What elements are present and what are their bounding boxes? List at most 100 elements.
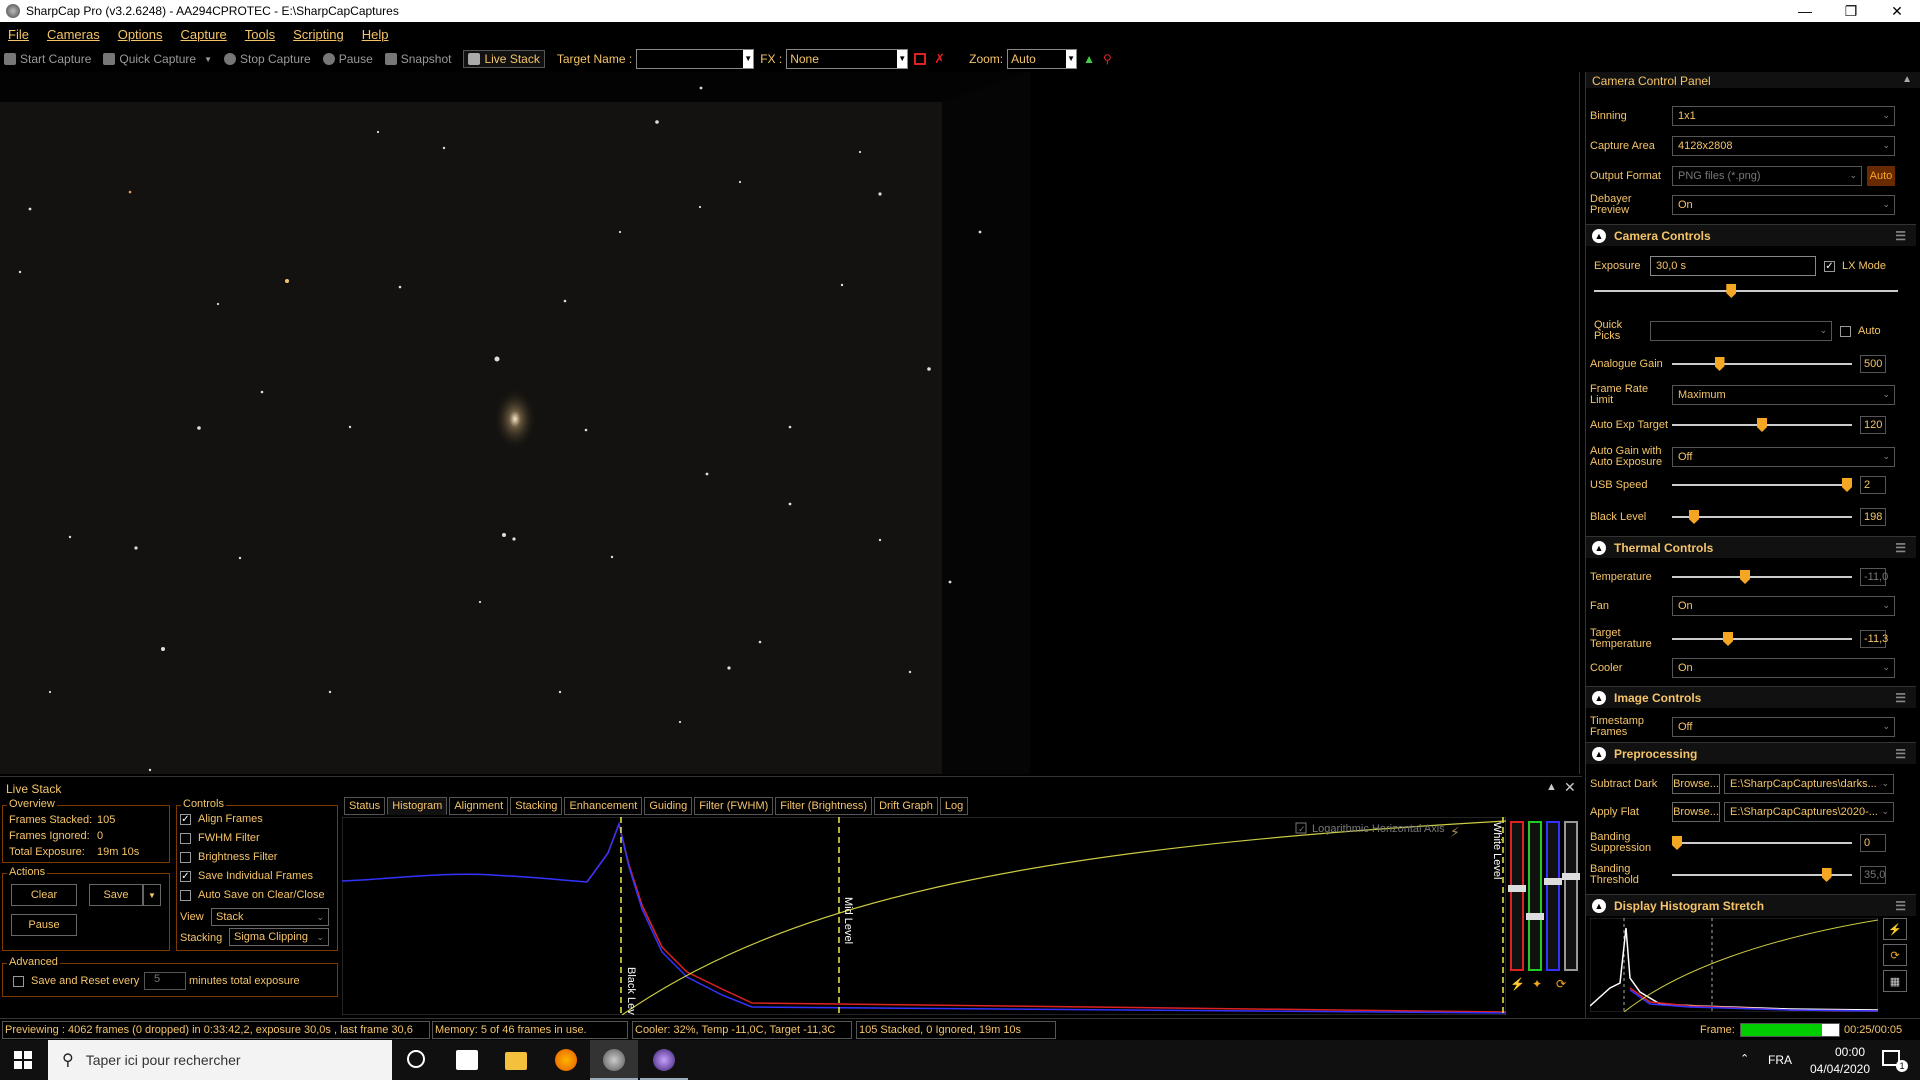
tab-enhancement[interactable]: Enhancement (564, 797, 643, 815)
crosshair-icon[interactable]: ✗ (934, 51, 945, 67)
zoom-icon[interactable]: ⚲ (1103, 52, 1112, 66)
tab-drift-graph[interactable]: Drift Graph (874, 797, 938, 815)
menu-icon[interactable]: ☰ (1895, 541, 1906, 555)
file-explorer-icon[interactable] (505, 1052, 527, 1070)
pause-stack-button[interactable]: Pause (11, 914, 77, 936)
target-name-input[interactable]: ▼ (636, 49, 755, 69)
slider-thumb[interactable] (1714, 357, 1725, 371)
auto-save-checkbox[interactable]: Auto Save on Clear/Close (180, 889, 325, 901)
banding-suppression-slider[interactable] (1672, 834, 1852, 852)
menu-icon[interactable]: ☰ (1895, 899, 1906, 913)
chevron-down-icon[interactable]: ▼ (743, 50, 754, 68)
start-capture-button[interactable]: Start Capture (4, 52, 91, 66)
image-viewport[interactable] (0, 72, 1580, 774)
green-level-slider[interactable] (1526, 821, 1544, 971)
timestamp-select[interactable]: Off ⌄ (1672, 717, 1895, 737)
chevron-down-icon[interactable]: ▼ (1066, 50, 1077, 68)
menu-icon[interactable]: ☰ (1895, 691, 1906, 705)
banding-suppression-value[interactable]: 0 (1860, 834, 1886, 852)
windows-start-icon[interactable] (14, 1051, 32, 1069)
debayer-select[interactable]: On ⌄ (1672, 195, 1895, 215)
quick-picks-select[interactable]: ⌄ (1650, 321, 1832, 341)
reset-stretch-icon[interactable]: ⟳ (1883, 944, 1907, 966)
slider-thumb[interactable] (1672, 836, 1682, 850)
snapshot-button[interactable]: Snapshot (384, 52, 451, 66)
stacking-select[interactable]: Sigma Clipping ⌄ (229, 928, 329, 946)
auto-stretch-icon[interactable]: ⚡ (1450, 825, 1460, 841)
output-format-select[interactable]: PNG files (*.png) ⌄ (1672, 166, 1862, 186)
slider-thumb[interactable] (1842, 478, 1852, 492)
camera-controls-header[interactable]: ▲ Camera Controls ☰ (1586, 224, 1916, 246)
save-individual-checkbox[interactable]: ✓ Save Individual Frames (180, 870, 313, 882)
sharpcap-task[interactable] (590, 1040, 638, 1080)
display-histogram[interactable] (1590, 918, 1878, 1012)
cortana-icon[interactable] (407, 1050, 425, 1068)
tab-filter-fwhm[interactable]: Filter (FWHM) (694, 797, 774, 815)
close-panel-icon[interactable]: ✕ (1564, 779, 1576, 796)
auto-stretch-icon[interactable]: ⚡ (1883, 918, 1907, 940)
tab-log[interactable]: Log (939, 797, 969, 815)
store-icon[interactable] (456, 1050, 478, 1070)
tab-filter-brightness[interactable]: Filter (Brightness) (775, 797, 873, 815)
menu-help[interactable]: Help (362, 27, 389, 42)
reset-level-icon[interactable]: ⟳ (1556, 977, 1566, 991)
luminance-level-slider[interactable] (1562, 821, 1580, 971)
preprocessing-header[interactable]: ▲ Preprocessing ☰ (1586, 742, 1916, 764)
target-temperature-slider[interactable] (1672, 630, 1852, 648)
subtract-dark-select[interactable]: E:\SharpCapCaptures\darks... ⌄ (1724, 774, 1894, 794)
search-input[interactable]: ⚲ Taper ici pour rechercher (48, 1040, 392, 1080)
stack-histogram[interactable]: Black Level Mid Level White Level ✓ Loga… (342, 817, 1506, 1015)
histogram-icon[interactable]: ▲ (1083, 52, 1095, 66)
banding-threshold-slider[interactable] (1672, 866, 1852, 884)
menu-scripting[interactable]: Scripting (293, 27, 344, 42)
save-reset-checkbox[interactable]: Save and Reset every (13, 975, 139, 987)
blue-level-slider[interactable] (1544, 821, 1562, 971)
tab-alignment[interactable]: Alignment (449, 797, 509, 815)
clock-time[interactable]: 00:00 (1820, 1045, 1880, 1059)
red-level-slider[interactable] (1508, 821, 1526, 971)
menu-file[interactable]: File (8, 27, 29, 42)
target-temperature-value[interactable]: -11,3 (1860, 630, 1888, 648)
menu-icon[interactable]: ☰ (1895, 229, 1906, 243)
slider-thumb[interactable] (1821, 868, 1832, 882)
zoom-select[interactable]: Auto ▼ (1007, 49, 1078, 69)
pin-icon[interactable]: ▲ (1546, 781, 1557, 793)
slider-thumb[interactable] (1723, 632, 1733, 646)
slider-thumb[interactable] (1757, 418, 1767, 432)
language-indicator[interactable]: FRA (1768, 1053, 1792, 1067)
slider-thumb[interactable] (1740, 570, 1750, 584)
auto-exp-target-slider[interactable] (1672, 416, 1852, 434)
capture-area-select[interactable]: 4128x2808 ⌄ (1672, 136, 1895, 156)
tab-histogram[interactable]: Histogram (387, 797, 448, 815)
apply-flat-select[interactable]: E:\SharpCapCaptures\2020-... ⌄ (1724, 802, 1894, 822)
maximize-button[interactable]: ❐ (1828, 0, 1874, 22)
close-button[interactable]: ✕ (1874, 0, 1920, 22)
menu-capture[interactable]: Capture (181, 27, 227, 42)
live-stack-button[interactable]: Live Stack (463, 50, 545, 68)
menu-icon[interactable]: ☰ (1895, 747, 1906, 761)
exposure-input[interactable]: 30,0 s (1650, 256, 1816, 276)
slider-thumb[interactable] (1726, 284, 1737, 298)
save-reset-minutes-input[interactable]: 5 (144, 972, 186, 990)
quick-capture-button[interactable]: Quick Capture ▼ (103, 52, 212, 66)
auto-level-icon[interactable]: ⚡ (1510, 977, 1525, 991)
display-histogram-header[interactable]: ▲ Display Histogram Stretch ☰ (1586, 894, 1916, 916)
save-stretch-icon[interactable]: ▦ (1883, 970, 1907, 992)
auto-exp-target-value[interactable]: 120 (1860, 416, 1886, 434)
minimize-button[interactable]: — (1782, 0, 1828, 22)
apply-flat-browse-button[interactable]: Browse... (1672, 802, 1720, 822)
menu-tools[interactable]: Tools (245, 27, 275, 42)
chevron-down-icon[interactable]: ▼ (143, 884, 161, 906)
reticle-icon[interactable] (914, 53, 927, 65)
chevron-up-icon[interactable]: ⌃ (1740, 1052, 1749, 1065)
fan-select[interactable]: On ⌄ (1672, 596, 1895, 616)
image-controls-header[interactable]: ▲ Image Controls ☰ (1586, 686, 1916, 708)
menu-options[interactable]: Options (118, 27, 163, 42)
pause-button[interactable]: Pause (322, 52, 373, 66)
subtract-dark-browse-button[interactable]: Browse... (1672, 774, 1720, 794)
tab-status[interactable]: Status (344, 797, 386, 815)
fwhm-filter-checkbox[interactable]: FWHM Filter (180, 832, 260, 844)
pin-icon[interactable]: ▲ (1902, 74, 1912, 85)
live-stack-image[interactable] (0, 72, 1030, 774)
usb-speed-value[interactable]: 2 (1860, 476, 1886, 494)
